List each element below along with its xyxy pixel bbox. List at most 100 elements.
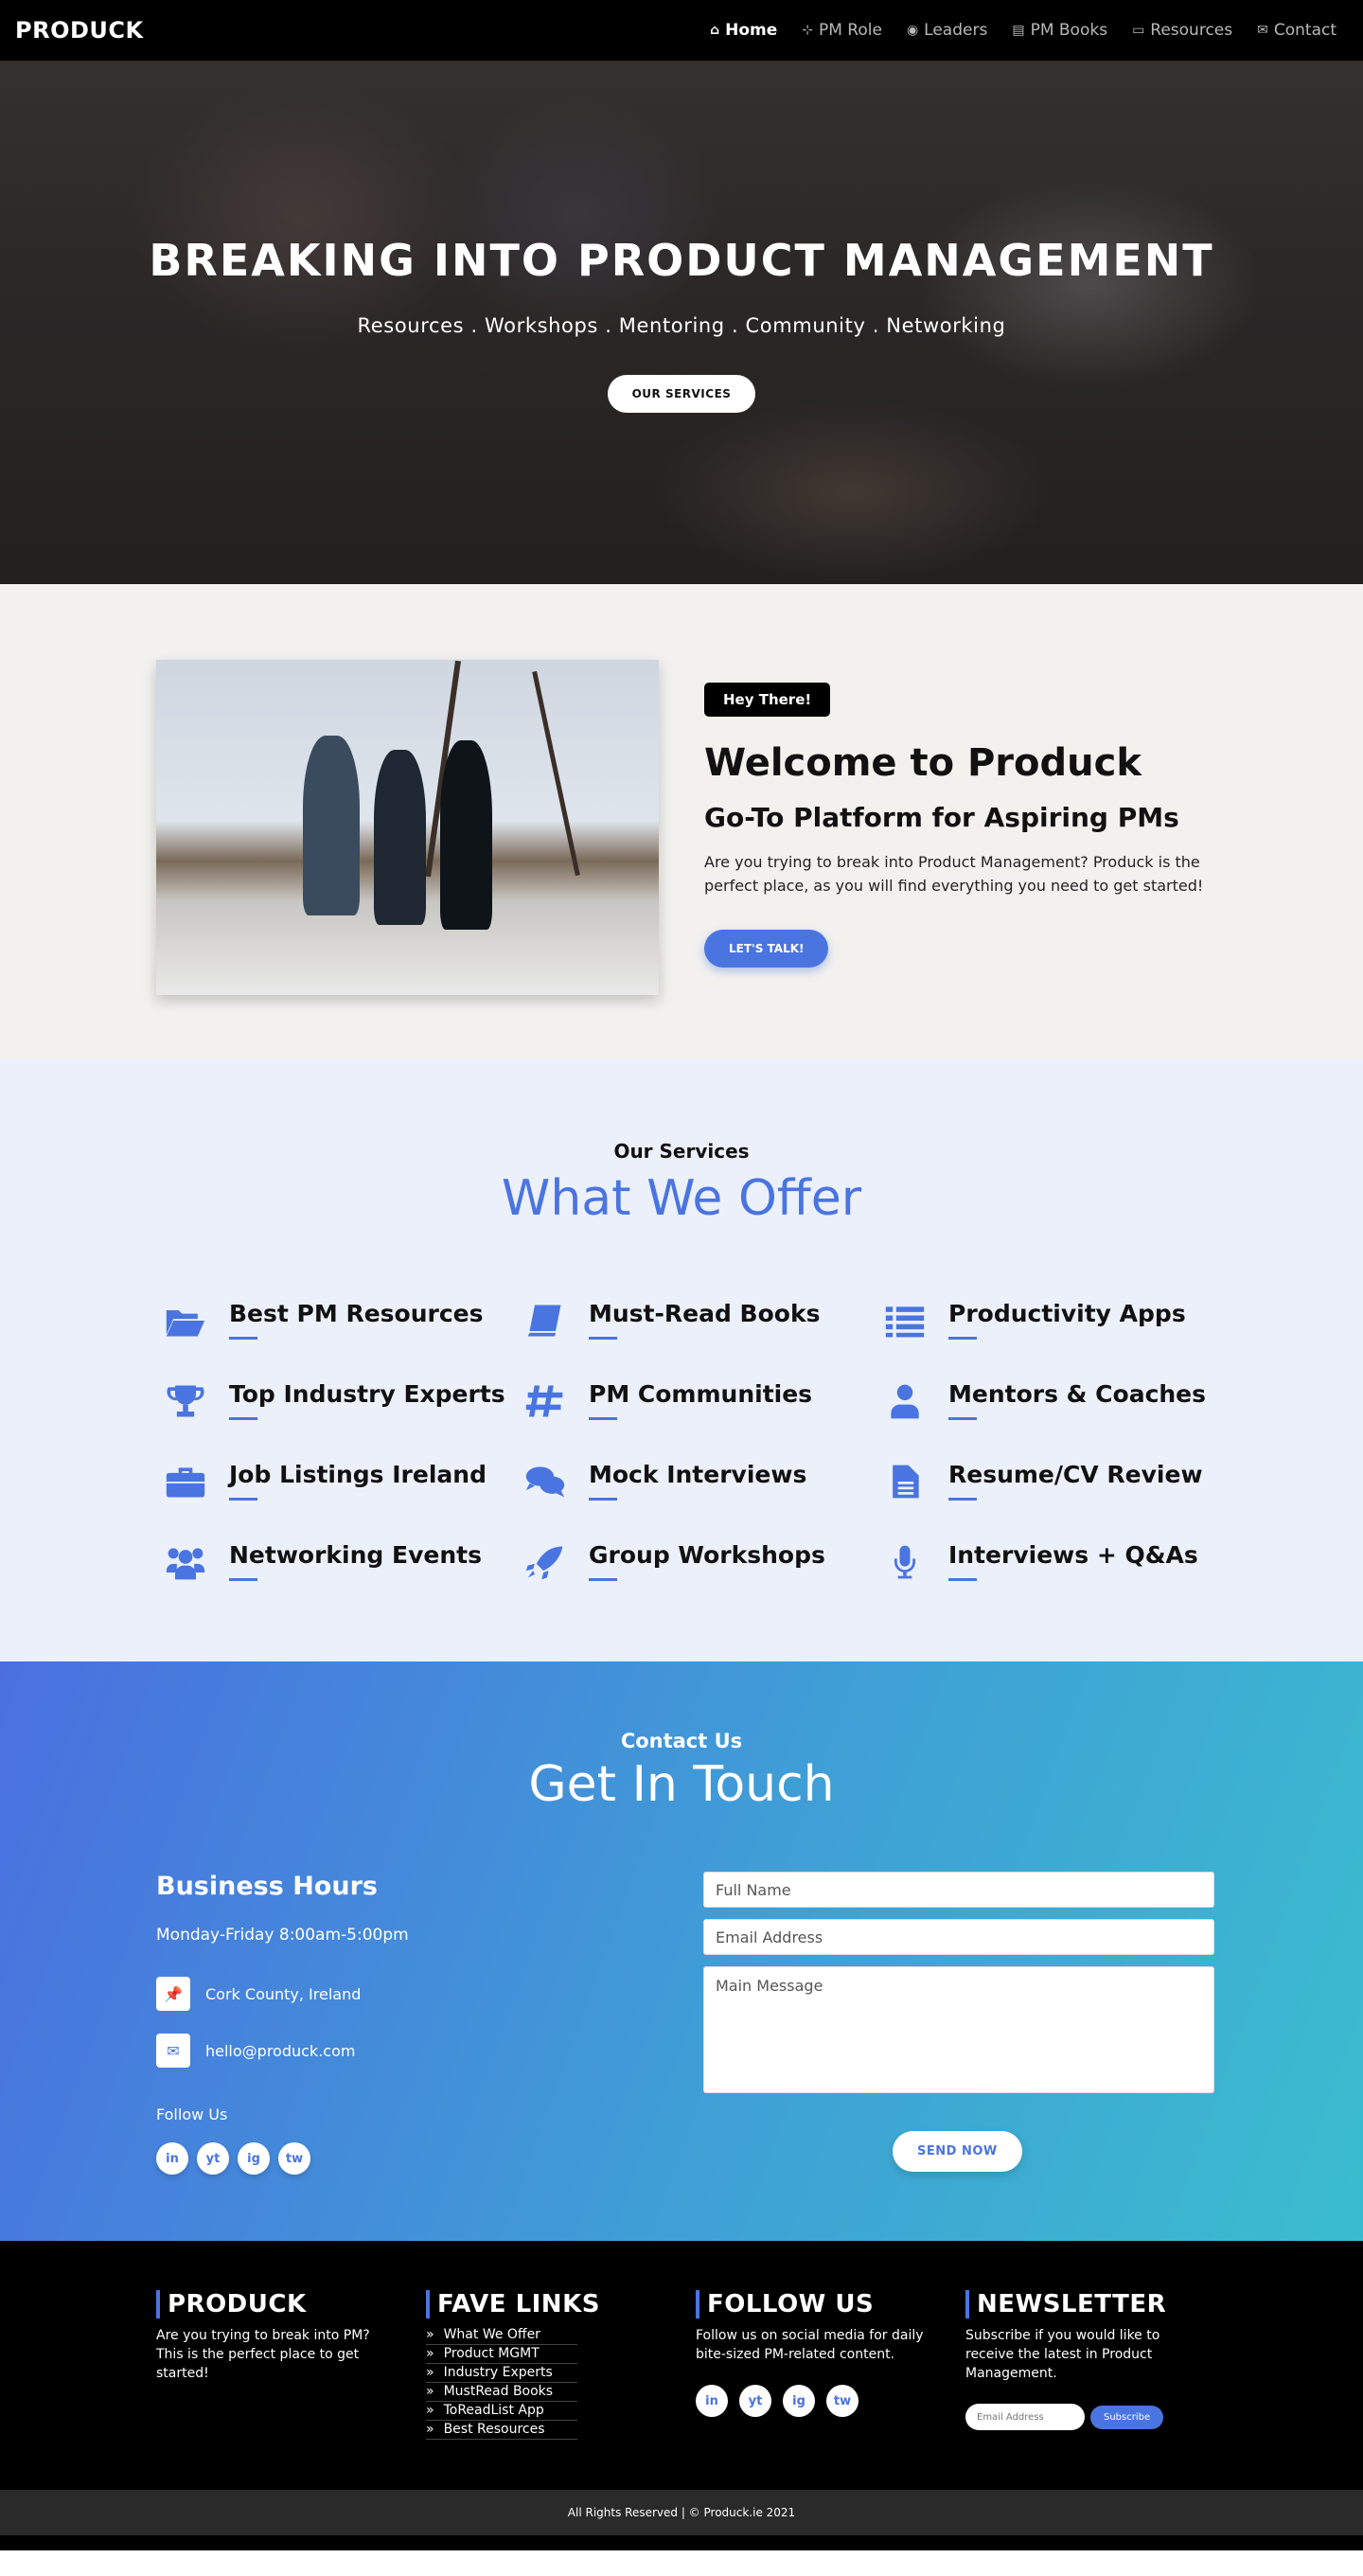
- footer-brand: PRODUCK: [156, 2290, 393, 2318]
- nav-item-pm-books[interactable]: ▤ PM Books: [1012, 21, 1107, 40]
- footer-link[interactable]: » Industry Experts: [426, 2364, 577, 2383]
- footer-link[interactable]: » Best Resources: [426, 2421, 577, 2440]
- youtube-icon[interactable]: yt: [739, 2385, 771, 2417]
- nav-links: ⌂ Home ⊹ PM Role ◉ Leaders ▤ PM Books ▭ Resou…: [710, 21, 1336, 40]
- file-icon: [880, 1461, 929, 1501]
- welcome-title: Welcome to Produck: [704, 741, 1142, 785]
- nav-label: Home: [725, 21, 778, 40]
- footer-link[interactable]: » Product MGMT: [426, 2345, 577, 2364]
- newsletter-form: Subscribe: [965, 2404, 1202, 2430]
- person-figure: [440, 740, 492, 930]
- newsletter-email-field[interactable]: [965, 2404, 1085, 2430]
- service-underline: [589, 1578, 617, 1581]
- footer-links-title: FAVE LINKS: [426, 2290, 663, 2318]
- footer-link-label: What We Offer: [443, 2327, 540, 2342]
- service-label: PM Communities: [589, 1380, 813, 1408]
- service-underline: [229, 1337, 257, 1340]
- email-row: ✉ hello@produck.com: [156, 2034, 629, 2068]
- folder-open-icon: ▭: [1132, 23, 1145, 38]
- rocket-icon: [521, 1541, 570, 1582]
- service-item: Interviews + Q&As: [880, 1541, 1240, 1582]
- footer-follow-text: Follow us on social media for daily bite…: [696, 2328, 924, 2362]
- email-text[interactable]: hello@produck.com: [205, 2042, 355, 2060]
- pin-icon: 📌: [156, 1977, 190, 2011]
- footer-newsletter: NEWSLETTER Subscribe if you would like t…: [965, 2290, 1202, 2430]
- footer-newsletter-text: Subscribe if you would like to receive t…: [965, 2328, 1160, 2381]
- trophy-icon: [161, 1380, 210, 1421]
- folder-open-icon: [161, 1300, 210, 1341]
- footer-social-links: in yt ig tw: [696, 2385, 932, 2417]
- service-label: Group Workshops: [589, 1541, 825, 1569]
- hey-there-badge: Hey There!: [704, 683, 831, 717]
- service-item: Resume/CV Review: [880, 1461, 1240, 1501]
- service-label: Mentors & Coaches: [948, 1380, 1207, 1408]
- services-title: What We Offer: [501, 1170, 862, 1227]
- footer: PRODUCK Are you trying to break into PM?…: [0, 2241, 1363, 2490]
- twitter-icon[interactable]: tw: [826, 2385, 859, 2417]
- service-item: Best PM Resources: [161, 1300, 521, 1341]
- contact-kicker: Contact Us: [620, 1730, 743, 1752]
- footer-link[interactable]: » ToReadList App: [426, 2402, 577, 2421]
- nav-label: Leaders: [924, 21, 988, 40]
- envelope-icon: ✉: [1257, 23, 1268, 38]
- location-text: Cork County, Ireland: [205, 1984, 362, 2003]
- nav-item-resources[interactable]: ▭ Resources: [1132, 21, 1232, 40]
- service-underline: [229, 1417, 257, 1420]
- hero-tagline: Resources . Workshops . Mentoring . Comm…: [357, 314, 1006, 337]
- service-label: Best PM Resources: [229, 1300, 484, 1327]
- brand-logo[interactable]: PRODUCK: [15, 17, 144, 44]
- service-label: Interviews + Q&As: [948, 1541, 1198, 1569]
- comments-icon: [521, 1461, 570, 1501]
- footer-about: PRODUCK Are you trying to break into PM?…: [156, 2290, 393, 2383]
- service-label: Must-Read Books: [589, 1300, 821, 1327]
- youtube-icon[interactable]: yt: [197, 2142, 229, 2175]
- social-links: in yt ig tw: [156, 2142, 629, 2175]
- follow-us-label: Follow Us: [156, 2105, 228, 2123]
- nav-item-home[interactable]: ⌂ Home: [710, 21, 777, 40]
- user-icon: [880, 1380, 929, 1421]
- subscribe-button[interactable]: Subscribe: [1090, 2405, 1164, 2429]
- envelope-icon: ✉: [156, 2034, 190, 2068]
- footer-link-label: Best Resources: [443, 2422, 545, 2437]
- footer-links: FAVE LINKS » What We Offer » Product MGMT …: [426, 2290, 663, 2440]
- service-underline: [948, 1417, 977, 1420]
- send-now-button[interactable]: SEND NOW: [893, 2131, 1022, 2172]
- linkedin-icon[interactable]: in: [696, 2385, 728, 2417]
- our-services-button[interactable]: OUR SERVICES: [607, 375, 756, 413]
- service-item: Job Listings Ireland: [161, 1461, 521, 1501]
- footer-about-text: Are you trying to break into PM? This is…: [156, 2328, 370, 2381]
- email-field[interactable]: [703, 1919, 1214, 1955]
- microphone-icon: [880, 1541, 929, 1582]
- service-underline: [589, 1337, 617, 1340]
- instagram-icon[interactable]: ig: [783, 2385, 815, 2417]
- footer-newsletter-title: NEWSLETTER: [965, 2290, 1202, 2318]
- nav-item-pm-role[interactable]: ⊹ PM Role: [802, 21, 882, 40]
- contact-title: Get In Touch: [528, 1756, 835, 1813]
- nav-item-contact[interactable]: ✉ Contact: [1257, 21, 1336, 40]
- location-row: 📌 Cork County, Ireland: [156, 1977, 629, 2011]
- users-icon: [161, 1541, 210, 1582]
- message-field[interactable]: [703, 1966, 1214, 2093]
- service-item: Top Industry Experts: [161, 1380, 521, 1421]
- service-underline: [589, 1417, 617, 1420]
- full-name-field[interactable]: [703, 1872, 1214, 1908]
- tree-trunk: [532, 670, 580, 877]
- instagram-icon[interactable]: ig: [238, 2142, 270, 2175]
- service-label: Job Listings Ireland: [229, 1461, 487, 1488]
- footer-tail: [0, 2535, 1363, 2550]
- footer-follow-title: FOLLOW US: [696, 2290, 932, 2318]
- twitter-icon[interactable]: tw: [278, 2142, 310, 2175]
- footer-link[interactable]: » MustRead Books: [426, 2383, 577, 2402]
- linkedin-icon[interactable]: in: [156, 2142, 188, 2175]
- contact-form: SEND NOW: [703, 1872, 1214, 2172]
- home-icon: ⌂: [710, 23, 720, 38]
- nav-label: PM Books: [1030, 21, 1108, 40]
- nav-item-leaders[interactable]: ◉ Leaders: [907, 21, 987, 40]
- user-circle-icon: ◉: [906, 23, 919, 38]
- person-figure: [374, 750, 426, 925]
- welcome-subtitle: Go-To Platform for Aspiring PMs: [704, 802, 1179, 833]
- lets-talk-button[interactable]: LET'S TALK!: [704, 930, 829, 968]
- service-underline: [948, 1578, 977, 1581]
- footer-link[interactable]: » What We Offer: [426, 2326, 577, 2345]
- service-item: Productivity Apps: [880, 1300, 1240, 1341]
